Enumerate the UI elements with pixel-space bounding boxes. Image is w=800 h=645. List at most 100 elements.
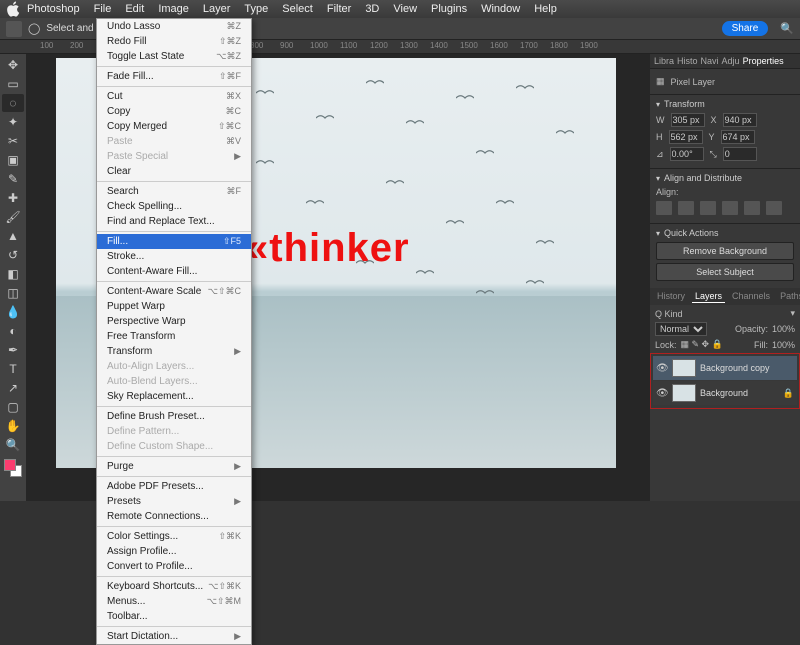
menu-item-clear[interactable]: Clear [97, 164, 251, 179]
layer-row[interactable]: 👁Background copy [653, 356, 797, 380]
menu-item-purge[interactable]: Purge▶ [97, 459, 251, 474]
menu-item-toggle-last-state[interactable]: Toggle Last State⌥⌘Z [97, 49, 251, 64]
tab-history[interactable]: History [654, 290, 688, 303]
menu-item-perspective-warp[interactable]: Perspective Warp [97, 314, 251, 329]
menu-item-check-spelling[interactable]: Check Spelling... [97, 199, 251, 214]
align-top-icon[interactable] [722, 201, 738, 215]
menu-item-menus[interactable]: Menus...⌥⇧⌘M [97, 594, 251, 609]
menu-item-transform[interactable]: Transform▶ [97, 344, 251, 359]
visibility-icon[interactable]: 👁 [656, 363, 668, 374]
height-field[interactable] [669, 130, 703, 144]
frame-tool[interactable]: ▣ [2, 151, 24, 169]
menu-photoshop[interactable]: Photoshop [20, 3, 87, 15]
menu-item-remote-connections[interactable]: Remote Connections... [97, 509, 251, 524]
menu-image[interactable]: Image [151, 3, 196, 15]
menu-filter[interactable]: Filter [320, 3, 358, 15]
align-left-icon[interactable] [656, 201, 672, 215]
layers-panel-tabs[interactable]: History Layers Channels Paths [650, 288, 800, 305]
panel-tab-navi[interactable]: Navi [701, 56, 719, 66]
menu-item-content-aware-scale[interactable]: Content-Aware Scale⌥⇧⌘C [97, 284, 251, 299]
menu-view[interactable]: View [386, 3, 424, 15]
lock-icons[interactable]: ▦ ✎ ✥ 🔒 [681, 339, 723, 350]
menu-item-stroke[interactable]: Stroke... [97, 249, 251, 264]
menu-item-search[interactable]: Search⌘F [97, 184, 251, 199]
menu-3d[interactable]: 3D [358, 3, 386, 15]
move-tool[interactable]: ✥ [2, 56, 24, 74]
select-subject-button[interactable]: Select Subject [656, 263, 794, 281]
search-icon[interactable]: 🔍 [780, 22, 794, 35]
menu-item-define-brush-preset[interactable]: Define Brush Preset... [97, 409, 251, 424]
menu-item-free-transform[interactable]: Free Transform [97, 329, 251, 344]
gradient-tool[interactable]: ◫ [2, 284, 24, 302]
menu-item-keyboard-shortcuts[interactable]: Keyboard Shortcuts...⌥⇧⌘K [97, 579, 251, 594]
width-field[interactable] [671, 113, 705, 127]
path-tool[interactable]: ↗ [2, 379, 24, 397]
y-field[interactable] [721, 130, 755, 144]
lasso-tool[interactable]: ◌ [2, 94, 24, 112]
tab-layers[interactable]: Layers [692, 290, 725, 303]
kind-filter[interactable]: Q Kind [655, 309, 683, 319]
layer-row[interactable]: 👁Background🔒 [653, 381, 797, 405]
layer-thumbnail[interactable] [672, 359, 696, 377]
menu-item-presets[interactable]: Presets▶ [97, 494, 251, 509]
angle-field[interactable] [670, 147, 704, 161]
panel-tab-libra[interactable]: Libra [654, 56, 674, 66]
skew-field[interactable] [723, 147, 757, 161]
panel-tab-properties[interactable]: Properties [743, 56, 784, 66]
menu-item-convert-to-profile[interactable]: Convert to Profile... [97, 559, 251, 574]
menu-window[interactable]: Window [474, 3, 527, 15]
eraser-tool[interactable]: ◧ [2, 265, 24, 283]
marquee-tool[interactable]: ▭ [2, 75, 24, 93]
menu-item-fade-fill[interactable]: Fade Fill...⇧⌘F [97, 69, 251, 84]
stamp-tool[interactable]: ▲ [2, 227, 24, 245]
apple-menu[interactable] [6, 1, 20, 17]
menu-item-redo-fill[interactable]: Redo Fill⇧⌘Z [97, 34, 251, 49]
menu-type[interactable]: Type [237, 3, 275, 15]
menu-item-cut[interactable]: Cut⌘X [97, 89, 251, 104]
menu-help[interactable]: Help [527, 3, 564, 15]
align-bottom-icon[interactable] [766, 201, 782, 215]
menu-item-color-settings[interactable]: Color Settings...⇧⌘K [97, 529, 251, 544]
menu-item-toolbar[interactable]: Toolbar... [97, 609, 251, 624]
brush-tool[interactable]: 🖌 [2, 208, 24, 226]
dodge-tool[interactable]: ◐ [2, 322, 24, 340]
remove-background-button[interactable]: Remove Background [656, 242, 794, 260]
menu-layer[interactable]: Layer [196, 3, 238, 15]
menu-item-sky-replacement[interactable]: Sky Replacement... [97, 389, 251, 404]
hand-tool[interactable]: ✋ [2, 417, 24, 435]
shape-tool[interactable]: ▢ [2, 398, 24, 416]
blend-mode-select[interactable]: Normal [655, 322, 707, 336]
visibility-icon[interactable]: 👁 [656, 388, 668, 399]
align-middle-icon[interactable] [744, 201, 760, 215]
menu-item-undo-lasso[interactable]: Undo Lasso⌘Z [97, 19, 251, 34]
home-icon[interactable] [6, 21, 22, 37]
align-section[interactable]: Align and Distribute [656, 173, 794, 183]
panel-tab-histo[interactable]: Histo [677, 56, 698, 66]
align-right-icon[interactable] [700, 201, 716, 215]
fill-value[interactable]: 100% [772, 340, 795, 350]
align-center-icon[interactable] [678, 201, 694, 215]
eyedropper-tool[interactable]: ✎ [2, 170, 24, 188]
tab-channels[interactable]: Channels [729, 290, 773, 303]
x-field[interactable] [723, 113, 757, 127]
blur-tool[interactable]: 💧 [2, 303, 24, 321]
panel-tabs-top[interactable]: LibraHistoNaviAdjuProperties [650, 54, 800, 68]
menu-item-content-aware-fill[interactable]: Content-Aware Fill... [97, 264, 251, 279]
menu-item-find-and-replace-text[interactable]: Find and Replace Text... [97, 214, 251, 229]
menu-item-copy-merged[interactable]: Copy Merged⇧⌘C [97, 119, 251, 134]
share-button[interactable]: Share [722, 21, 769, 36]
tab-paths[interactable]: Paths [777, 290, 800, 303]
menu-file[interactable]: File [87, 3, 119, 15]
menu-item-start-dictation[interactable]: Start Dictation...▶ [97, 629, 251, 644]
menu-item-assign-profile[interactable]: Assign Profile... [97, 544, 251, 559]
panel-tab-adju[interactable]: Adju [722, 56, 740, 66]
menu-item-copy[interactable]: Copy⌘C [97, 104, 251, 119]
zoom-tool[interactable]: 🔍 [2, 436, 24, 454]
layer-thumbnail[interactable] [672, 384, 696, 402]
wand-tool[interactable]: ✦ [2, 113, 24, 131]
quick-actions-section[interactable]: Quick Actions [656, 228, 794, 238]
menu-item-fill[interactable]: Fill...⇧F5 [97, 234, 251, 249]
type-tool[interactable]: T [2, 360, 24, 378]
history-brush-tool[interactable]: ↺ [2, 246, 24, 264]
opacity-value[interactable]: 100% [772, 324, 795, 334]
